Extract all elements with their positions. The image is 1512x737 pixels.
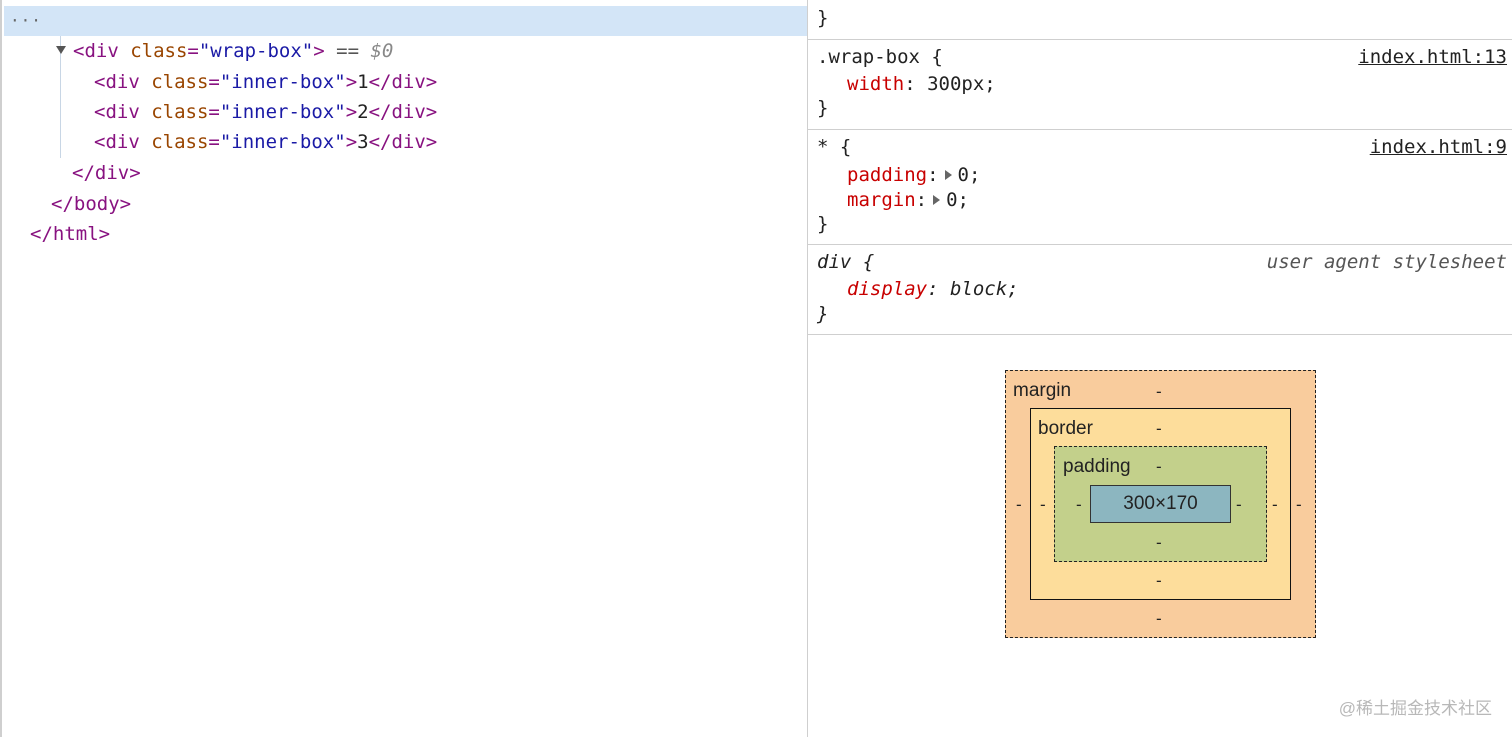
padding-left-value[interactable]: - bbox=[1076, 494, 1082, 516]
elements-panel: ··· <div class="wrap-box"> == $0 <div cla… bbox=[0, 0, 807, 737]
dom-node-inner-box-1[interactable]: <div class="inner-box">1</div> bbox=[4, 37, 807, 93]
property-value: block; bbox=[949, 278, 1019, 300]
property-value[interactable]: 0; bbox=[946, 189, 969, 211]
style-rule-universal[interactable]: * { index.html:9 padding: 0; margin: 0; } bbox=[808, 130, 1512, 245]
dom-node-inner-box-2[interactable]: <div class="inner-box">2</div> bbox=[4, 67, 807, 123]
rule-end-brace: } bbox=[817, 213, 829, 235]
tag-end: </html> bbox=[30, 223, 111, 245]
padding-bottom-value[interactable]: - bbox=[1156, 532, 1162, 554]
rule-selector[interactable]: * { bbox=[817, 134, 851, 160]
rule-source-link[interactable]: index.html:9 bbox=[1370, 134, 1507, 160]
padding-label: padding bbox=[1063, 456, 1131, 477]
declaration-padding[interactable]: padding: 0; bbox=[847, 162, 980, 188]
border-label: border bbox=[1038, 418, 1093, 439]
property-value[interactable]: 300px; bbox=[927, 73, 996, 95]
property-name: display bbox=[847, 278, 928, 300]
dom-node-close-div[interactable]: </div> bbox=[4, 128, 807, 184]
padding-top-value[interactable]: - bbox=[1156, 456, 1162, 478]
declaration-margin[interactable]: margin: 0; bbox=[847, 187, 969, 213]
rule-end-brace: } bbox=[817, 303, 829, 325]
margin-right-value[interactable]: - bbox=[1296, 494, 1302, 516]
watermark: @稀土掘金技术社区 bbox=[1338, 699, 1492, 718]
padding-right-value[interactable]: - bbox=[1236, 494, 1242, 516]
rule-selector[interactable]: .wrap-box { bbox=[817, 44, 943, 70]
margin-left-value[interactable]: - bbox=[1016, 494, 1022, 516]
dom-node-wrap-box[interactable]: ··· <div class="wrap-box"> == $0 bbox=[4, 6, 807, 62]
style-rule-user-agent-div[interactable]: div { user agent stylesheet display: blo… bbox=[808, 245, 1512, 335]
style-rule-wrap-box[interactable]: .wrap-box { index.html:13 width: 300px; … bbox=[808, 40, 1512, 130]
dom-node-inner-box-3[interactable]: <div class="inner-box">3</div> bbox=[4, 97, 807, 153]
style-rule-previous: } bbox=[808, 0, 1512, 40]
margin-bottom-value[interactable]: - bbox=[1156, 608, 1162, 630]
declaration-width[interactable]: width: 300px; bbox=[847, 71, 996, 97]
property-name[interactable]: width bbox=[847, 73, 904, 95]
border-top-value[interactable]: - bbox=[1156, 418, 1162, 440]
rule-end-brace: } bbox=[817, 7, 829, 29]
node-actions-ellipsis[interactable]: ··· bbox=[10, 6, 42, 36]
dom-node-close-body[interactable]: </body> bbox=[4, 159, 807, 215]
rule-source-label: user agent stylesheet bbox=[1266, 251, 1507, 273]
expand-shorthand-icon[interactable] bbox=[944, 170, 952, 180]
border-right-value[interactable]: - bbox=[1272, 494, 1278, 516]
border-left-value[interactable]: - bbox=[1040, 494, 1046, 516]
rule-source-link[interactable]: index.html:13 bbox=[1358, 44, 1507, 70]
property-name[interactable]: padding bbox=[847, 164, 927, 186]
margin-top-value[interactable]: - bbox=[1156, 381, 1162, 403]
content-size-value[interactable]: 300×170 bbox=[1090, 493, 1231, 515]
declaration-display: display: block; bbox=[847, 278, 1019, 300]
rule-end-brace: } bbox=[817, 97, 829, 119]
property-value[interactable]: 0; bbox=[958, 164, 981, 186]
rule-selector: div { bbox=[817, 251, 875, 273]
dom-node-close-html[interactable]: </html> bbox=[4, 189, 807, 245]
margin-label: margin bbox=[1013, 380, 1072, 401]
expand-shorthand-icon[interactable] bbox=[933, 195, 941, 205]
border-bottom-value[interactable]: - bbox=[1156, 570, 1162, 592]
property-name[interactable]: margin bbox=[847, 189, 916, 211]
